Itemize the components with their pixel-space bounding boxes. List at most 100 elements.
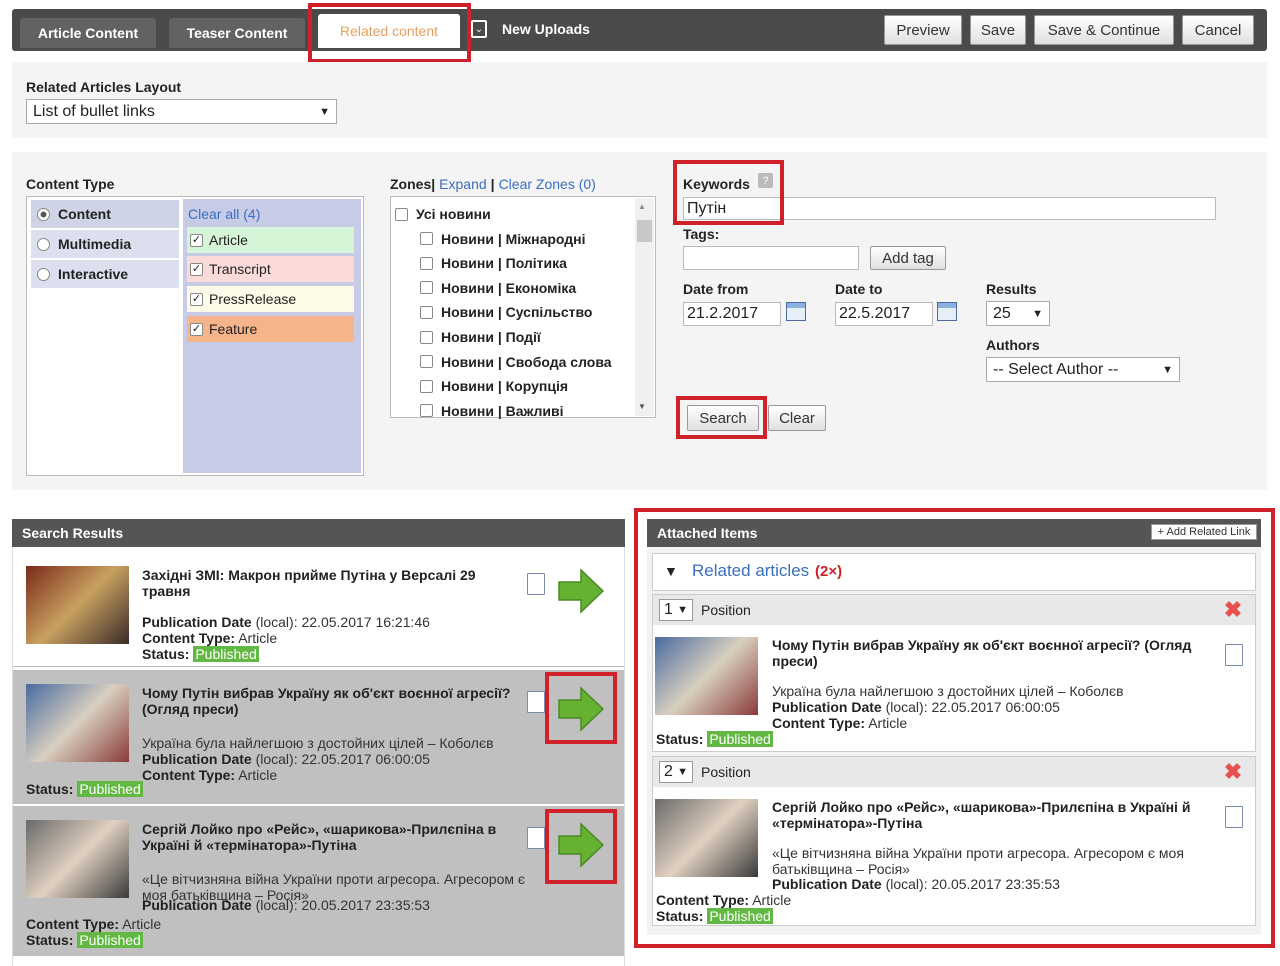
subtype-feature[interactable]: ✓ Feature [187, 316, 354, 342]
save-button[interactable]: Save [970, 15, 1026, 45]
zone-label: Новини | Події [441, 329, 541, 345]
result-thumbnail [26, 566, 129, 644]
checkbox-icon[interactable] [420, 355, 433, 369]
tab-article-content[interactable]: Article Content [20, 18, 156, 48]
content-type-label: Content Type: [26, 916, 120, 932]
status-label: Status: [26, 781, 74, 797]
related-articles-count: (2×) [815, 563, 843, 580]
checkbox-icon[interactable] [420, 379, 433, 393]
clear-all-link[interactable]: Clear all (4) [188, 206, 260, 222]
zone-item[interactable]: Новини | Політика [420, 252, 567, 274]
scroll-up-icon[interactable]: ▲ [638, 202, 646, 211]
zones-scroll-thumb[interactable] [637, 220, 652, 242]
checkbox-icon[interactable] [420, 404, 433, 418]
position-select[interactable]: 1 ▼ [659, 599, 693, 621]
zone-item[interactable]: Новини | Важливі [420, 400, 563, 422]
checkbox-icon[interactable] [395, 207, 408, 221]
result-title[interactable]: Західні ЗМІ: Макрон прийме Путіна у Верс… [142, 567, 512, 599]
scroll-down-icon[interactable]: ▼ [638, 402, 646, 411]
zone-item[interactable]: Новини | Корупція [420, 375, 568, 397]
content-type-multimedia[interactable]: Multimedia [31, 230, 179, 258]
content-type-label-interactive: Interactive [58, 266, 129, 282]
content-type-label: Content Type: [142, 767, 236, 783]
document-preview-icon[interactable] [1225, 806, 1243, 828]
zones-expand-link[interactable]: Expand [439, 176, 486, 192]
result-title[interactable]: Сергій Лойко про «Рейс», «шарикова»-Прил… [142, 821, 512, 853]
preview-button[interactable]: Preview [884, 15, 962, 45]
position-value: 1 [664, 601, 673, 618]
document-preview-icon[interactable] [527, 827, 545, 849]
zone-label: Усі новини [416, 206, 491, 222]
zone-item[interactable]: Новини | Події [420, 326, 541, 348]
add-tag-button[interactable]: Add tag [870, 246, 946, 270]
checkbox-icon[interactable] [420, 305, 433, 319]
zone-label: Новини | Політика [441, 255, 567, 272]
zone-item[interactable]: Новини | Свобода слова [420, 351, 612, 373]
tags-label: Tags: [683, 226, 720, 242]
subtype-label: Article [209, 232, 248, 248]
zone-item[interactable]: Новини | Суспільство [420, 301, 592, 323]
position-select[interactable]: 2 ▼ [659, 761, 693, 783]
attached-title[interactable]: Чому Путін вибрав Україну як об'єкт воєн… [772, 637, 1217, 669]
result-pub-date: Publication Date (local): 22.05.2017 16:… [142, 614, 430, 630]
checkbox-icon[interactable] [420, 232, 433, 246]
document-preview-icon[interactable] [527, 573, 545, 595]
remove-icon[interactable]: ✖ [1223, 761, 1243, 783]
pub-date-label: Publication Date [142, 614, 252, 630]
content-type-label: Content Type: [656, 892, 750, 908]
dropdown-arrow-icon: ▼ [319, 105, 330, 118]
attached-title[interactable]: Сергій Лойко про «Рейс», «шарикова»-Прил… [772, 799, 1217, 831]
zone-item[interactable]: Усі новини [395, 203, 491, 225]
checkbox-icon[interactable] [420, 281, 433, 295]
tab-teaser-content[interactable]: Teaser Content [169, 18, 305, 48]
subtype-article[interactable]: ✓ Article [187, 227, 354, 253]
attached-pub-date: Publication Date (local): 22.05.2017 06:… [772, 699, 1060, 715]
result-title[interactable]: Чому Путін вибрав Україну як об'єкт воєн… [142, 685, 512, 717]
zones-clear-link[interactable]: Clear Zones (0) [499, 176, 596, 192]
remove-icon[interactable]: ✖ [1223, 599, 1243, 621]
zone-item[interactable]: Новини | Міжнародні [420, 228, 586, 250]
checkbox-icon[interactable] [420, 330, 433, 344]
cancel-button[interactable]: Cancel [1182, 15, 1254, 45]
position-bar: 2 ▼ Position [653, 757, 1255, 787]
zone-item[interactable]: Новини | Економіка [420, 277, 576, 299]
collapse-triangle-icon[interactable]: ▼ [664, 563, 678, 579]
checkbox-checked-icon: ✓ [190, 292, 203, 306]
subtype-transcript[interactable]: ✓ Transcript [187, 256, 354, 282]
layout-value: List of bullet links [33, 102, 155, 120]
zone-label: Новини | Корупція [441, 378, 569, 395]
dropdown-arrow-icon: ▼ [677, 604, 688, 616]
subtype-pressrelease[interactable]: ✓ PressRelease [187, 286, 354, 312]
layout-label: Related Articles Layout [26, 79, 182, 95]
document-preview-icon[interactable] [527, 691, 545, 713]
clear-button[interactable]: Clear [768, 405, 826, 431]
zone-label: Новини | Економіка [441, 279, 577, 296]
checkbox-icon[interactable] [420, 256, 433, 270]
content-type-interactive[interactable]: Interactive [31, 260, 179, 288]
attached-thumbnail [655, 637, 758, 715]
content-type-label: Content Type: [142, 630, 236, 646]
highlight-add-arrow [545, 809, 617, 884]
date-from-input[interactable]: 21.2.2017 [683, 302, 781, 326]
results-select[interactable]: 25 ▼ [986, 301, 1050, 326]
date-to-input[interactable]: 22.5.2017 [835, 302, 933, 326]
tab-new-uploads[interactable]: New Uploads [502, 21, 590, 37]
tags-input[interactable] [683, 246, 859, 270]
pub-date-value: 20.05.2017 23:35:53 [931, 876, 1060, 892]
calendar-icon[interactable] [786, 302, 806, 321]
document-preview-icon[interactable] [1225, 644, 1243, 666]
chevron-down-icon[interactable]: ⌄ [471, 20, 487, 38]
status-badge: Published [193, 646, 259, 662]
content-type-content[interactable]: Content [31, 200, 179, 228]
layout-select[interactable]: List of bullet links ▼ [26, 99, 337, 124]
authors-select[interactable]: -- Select Author -- ▼ [986, 357, 1180, 382]
pub-local-label: (local): [885, 699, 928, 715]
add-arrow-icon[interactable] [557, 568, 605, 614]
save-continue-button[interactable]: Save & Continue [1034, 15, 1174, 45]
calendar-icon[interactable] [937, 302, 957, 321]
result-content-type: Content Type: Article [142, 630, 277, 646]
zones-separator: | [490, 176, 495, 192]
result-thumbnail [26, 684, 129, 762]
pub-date-value: 20.05.2017 23:35:53 [301, 897, 430, 913]
add-related-link-button[interactable]: + Add Related Link [1151, 524, 1257, 540]
